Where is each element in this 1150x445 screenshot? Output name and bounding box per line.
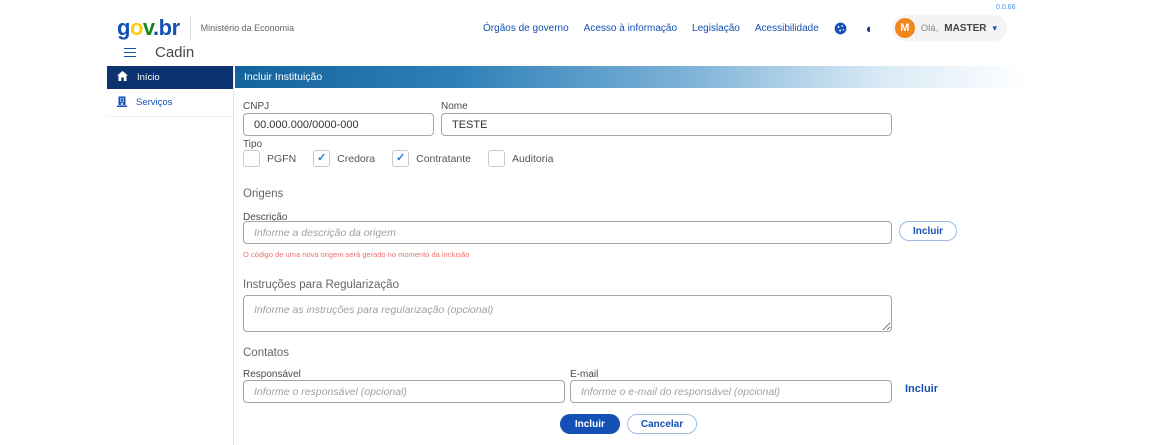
descricao-input[interactable] xyxy=(243,221,892,244)
checkbox-label: Credora xyxy=(337,153,375,165)
form-actions: Incluir Cancelar xyxy=(235,414,1022,434)
gov-nav: Órgãos de governo Acesso à informação Le… xyxy=(483,15,1007,41)
panel-title: Incluir Instituição xyxy=(235,66,1022,88)
checkbox-box[interactable]: ✓ xyxy=(392,150,409,167)
nav-link-orgaos[interactable]: Órgãos de governo xyxy=(483,23,569,34)
checkbox-contratante[interactable]: ✓ Contratante xyxy=(392,150,471,167)
ministry-label: Ministério da Economia xyxy=(201,23,295,33)
sidebar-item-servicos[interactable]: Serviços xyxy=(107,89,233,117)
user-name: MASTER xyxy=(944,23,986,34)
gov-header: gov.br Ministério da Economia Órgãos de … xyxy=(117,12,1007,44)
incluir-submit-button[interactable]: Incluir xyxy=(560,414,620,434)
sidebar-item-label: Serviços xyxy=(136,97,172,108)
nav-link-legislacao[interactable]: Legislação xyxy=(692,23,740,34)
checkbox-credora[interactable]: ✓ Credora xyxy=(313,150,375,167)
sidebar-item-inicio[interactable]: Início xyxy=(107,66,233,89)
origens-title: Origens xyxy=(243,188,283,200)
brand: gov.br Ministério da Economia xyxy=(117,16,294,40)
instrucoes-textarea[interactable] xyxy=(243,295,892,332)
email-input[interactable] xyxy=(570,380,892,403)
incluir-origem-button[interactable]: Incluir xyxy=(899,221,957,241)
page: 0.0.66 gov.br Ministério da Economia Órg… xyxy=(0,0,1150,445)
logo-letter-o: o xyxy=(130,15,143,40)
contrast-icon[interactable]: ◐ xyxy=(863,21,877,35)
cnpj-input[interactable] xyxy=(243,113,434,136)
user-menu[interactable]: M Olá, MASTER ▾ xyxy=(892,15,1007,41)
sidebar-item-label: Início xyxy=(137,72,160,83)
checkbox-box[interactable]: ✓ xyxy=(313,150,330,167)
brand-divider xyxy=(190,16,191,40)
cookie-icon[interactable] xyxy=(834,21,848,35)
origem-helper-text: O código de uma nova origem será gerado … xyxy=(243,250,469,259)
email-label: E-mail xyxy=(570,369,598,380)
checkbox-label: Auditoria xyxy=(512,153,553,165)
responsavel-input[interactable] xyxy=(243,380,565,403)
responsavel-label: Responsável xyxy=(243,369,301,380)
menu-icon[interactable] xyxy=(122,46,138,60)
app-bar: Cadin xyxy=(122,44,194,61)
instrucoes-title: Instruções para Regularização xyxy=(243,279,399,291)
checkbox-label: PGFN xyxy=(267,153,296,165)
tipo-checkbox-group: PGFN ✓ Credora ✓ Contratante Auditoria xyxy=(243,150,553,167)
contatos-title: Contatos xyxy=(243,347,289,359)
tipo-label: Tipo xyxy=(243,139,262,150)
logo-letter-g: g xyxy=(117,15,130,40)
logo-br: .br xyxy=(153,15,180,40)
checkbox-box[interactable] xyxy=(488,150,505,167)
nome-input[interactable] xyxy=(441,113,892,136)
checkbox-box[interactable] xyxy=(243,150,260,167)
avatar: M xyxy=(895,18,915,38)
cancelar-button[interactable]: Cancelar xyxy=(627,414,697,434)
home-icon xyxy=(117,71,128,84)
checkbox-pgfn[interactable]: PGFN xyxy=(243,150,296,167)
sidebar: Início Serviços xyxy=(107,66,234,445)
incluir-contato-link[interactable]: Incluir xyxy=(905,383,938,395)
building-icon xyxy=(117,96,127,110)
chevron-down-icon: ▾ xyxy=(992,24,997,33)
nav-link-acesso[interactable]: Acesso à informação xyxy=(584,23,677,34)
checkbox-label: Contratante xyxy=(416,153,471,165)
nome-label: Nome xyxy=(441,101,468,112)
govbr-logo[interactable]: gov.br xyxy=(117,17,180,39)
cnpj-label: CNPJ xyxy=(243,101,269,112)
version-number: 0.0.66 xyxy=(996,4,1015,11)
user-greeting: Olá, xyxy=(921,23,938,34)
logo-letter-v: v xyxy=(143,15,153,40)
checkbox-auditoria[interactable]: Auditoria xyxy=(488,150,553,167)
nav-link-acessibilidade[interactable]: Acessibilidade xyxy=(755,23,819,34)
app-title: Cadin xyxy=(155,44,194,61)
